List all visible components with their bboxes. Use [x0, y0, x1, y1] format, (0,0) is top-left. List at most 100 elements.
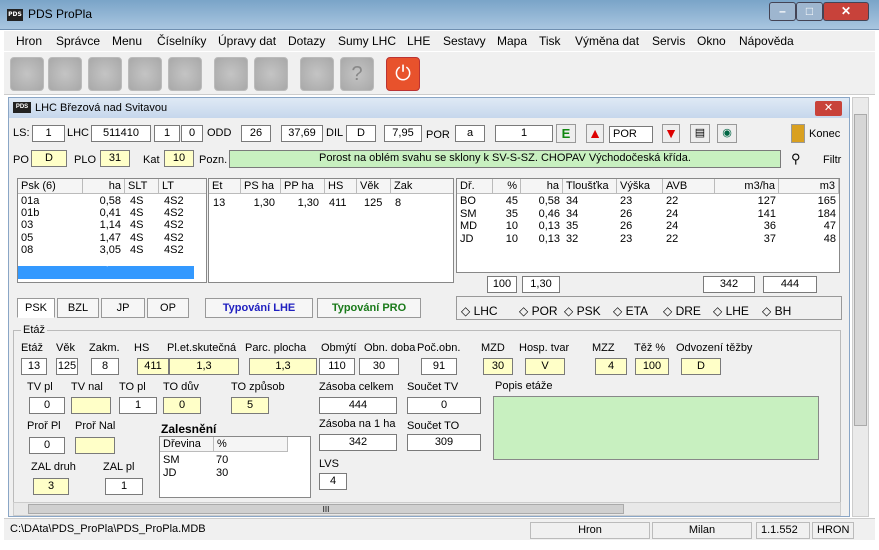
vek-col-header[interactable]: Věk [357, 179, 391, 194]
dreviny-cell[interactable]: 165 [779, 195, 839, 207]
odd-area-field[interactable]: 37,69 [281, 125, 323, 142]
menu-upravy-dat[interactable]: Úpravy dat [218, 34, 276, 48]
menu-napoveda[interactable]: Nápověda [739, 34, 794, 48]
print-icon[interactable]: ▤ [690, 124, 710, 143]
book-icon[interactable] [300, 57, 334, 91]
etaz-field[interactable]: 30 [483, 358, 513, 375]
ha-col-header[interactable]: ha [83, 179, 125, 194]
tools-icon[interactable] [168, 57, 202, 91]
psk-cell[interactable]: 4S9 [164, 256, 204, 268]
zal-druh-field[interactable]: 3 [33, 478, 69, 495]
exit-power-icon[interactable]: ⏻ [386, 57, 420, 91]
dreviny-cell[interactable]: 10 [493, 220, 521, 232]
et-cell[interactable]: 125 [364, 197, 382, 209]
tv-pl-field[interactable]: 0 [29, 397, 65, 414]
dreviny-cell[interactable]: JD [457, 233, 493, 245]
psk-cell[interactable]: 05 [21, 232, 81, 244]
vertical-scrollbar[interactable] [852, 97, 869, 517]
tv-nal-field[interactable] [71, 397, 111, 414]
etaz-field[interactable]: 411 [137, 358, 169, 375]
dreviny-cell[interactable]: 47 [779, 220, 839, 232]
radio-lhc[interactable]: ◇ LHC [461, 304, 498, 318]
zal-cell[interactable]: 70 [216, 454, 228, 466]
por-number-field[interactable]: 1 [495, 125, 553, 142]
psk-cell[interactable]: 1,14 [83, 219, 121, 231]
psk-cell[interactable]: 0,41 [83, 207, 121, 219]
close-button[interactable]: ✕ [823, 2, 869, 21]
etaz-field[interactable]: 4 [595, 358, 627, 375]
vscroll-thumb[interactable] [854, 114, 867, 426]
menu-sestavy[interactable]: Sestavy [443, 34, 486, 48]
drevina-col-header[interactable]: Dřevina [160, 437, 214, 452]
et-cell[interactable]: 1,30 [283, 197, 319, 209]
psha-col-header[interactable]: PS ha [241, 179, 281, 194]
dreviny-cell[interactable]: 10 [493, 233, 521, 245]
dreviny-cell[interactable]: 32 [563, 233, 617, 245]
prof-pl-field[interactable]: 0 [29, 437, 65, 454]
child-close-button[interactable]: ✕ [815, 101, 842, 116]
et-cell[interactable]: 13 [213, 197, 225, 209]
menu-spravce[interactable]: Správce [56, 34, 100, 48]
radio-psk[interactable]: ◇ PSK [564, 304, 601, 318]
menu-lhe[interactable]: LHE [407, 34, 430, 48]
psk-cell[interactable]: 0,58 [83, 195, 121, 207]
dreviny-col-header[interactable]: Výška [617, 179, 663, 194]
menu-sumy-lhc[interactable]: Sumy LHC [338, 34, 396, 48]
por-select[interactable]: POR [609, 126, 653, 143]
dreviny-cell[interactable]: 35 [563, 220, 617, 232]
etaz-field[interactable]: V [525, 358, 565, 375]
e-button[interactable]: E [556, 124, 576, 143]
dreviny-cell[interactable]: 184 [779, 208, 839, 220]
slt-col-header[interactable]: SLT [125, 179, 159, 194]
dreviny-cell[interactable]: 35 [493, 208, 521, 220]
dreviny-cell[interactable]: 34 [563, 195, 617, 207]
dreviny-cell[interactable]: 48 [779, 233, 839, 245]
psk-cell[interactable]: 3,05 [83, 244, 121, 256]
kat-field[interactable]: 10 [164, 150, 194, 167]
binoculars-icon[interactable]: ⚲ [791, 151, 801, 167]
zak-col-header[interactable]: Zak [391, 179, 453, 194]
psk-col-header[interactable]: Psk (6) [18, 179, 83, 194]
tab-psk[interactable]: PSK [17, 298, 55, 318]
lt-col-header[interactable]: LT [159, 179, 206, 194]
etaz-field[interactable]: 100 [635, 358, 669, 375]
to-zpusob-field[interactable]: 5 [231, 397, 269, 414]
pozn-field[interactable]: Porost na oblém svahu se sklony k SV-S-S… [229, 150, 781, 168]
etaz-field[interactable]: 8 [91, 358, 119, 375]
psk-cell[interactable]: 4S2 [164, 195, 204, 207]
menu-ciselniky[interactable]: Číselníky [157, 34, 206, 48]
tree-icon[interactable] [128, 57, 162, 91]
hs-col-header[interactable]: HS [325, 179, 357, 194]
zal-cell[interactable]: 30 [216, 467, 228, 479]
psk-cell[interactable]: 4S [130, 219, 160, 231]
etaz-field[interactable]: 1,3 [249, 358, 317, 375]
menu-mapa[interactable]: Mapa [497, 34, 527, 48]
psk-cell[interactable]: 01b [21, 207, 81, 219]
circle-icon[interactable] [214, 57, 248, 91]
up-arrow-icon[interactable]: ▲ [586, 124, 604, 143]
menu-hron[interactable]: Hron [16, 34, 42, 48]
dreviny-cell[interactable]: BO [457, 195, 493, 207]
dil-area-field[interactable]: 7,95 [384, 125, 422, 142]
maximize-button[interactable]: □ [796, 2, 823, 21]
hscroll-thumb[interactable]: III [28, 504, 624, 514]
prof-nal-field[interactable] [75, 437, 115, 454]
dreviny-cell[interactable]: 0,13 [521, 233, 563, 245]
dreviny-col-header[interactable]: AVB [663, 179, 715, 194]
psk-cell[interactable]: 4S2 [164, 207, 204, 219]
dreviny-cell[interactable]: 22 [663, 195, 715, 207]
et-cell[interactable]: 1,30 [243, 197, 275, 209]
psk-cell[interactable]: 13 [21, 256, 81, 268]
etaz-field[interactable]: 125 [56, 358, 78, 375]
radio-bh[interactable]: ◇ BH [762, 304, 791, 318]
dreviny-cell[interactable]: 34 [563, 208, 617, 220]
typovani-pro-button[interactable]: Typování PRO [317, 298, 421, 318]
psk-cell[interactable]: 4S [130, 232, 160, 244]
horizontal-scrollbar[interactable]: III [13, 502, 841, 516]
pct-col-header[interactable]: % [214, 437, 288, 452]
psk-cell[interactable]: 01a [21, 195, 81, 207]
etaz-field[interactable]: D [681, 358, 721, 375]
tab-jp[interactable]: JP [101, 298, 145, 318]
dreviny-cell[interactable]: 37 [715, 233, 779, 245]
ls-field[interactable]: 1 [32, 125, 65, 142]
